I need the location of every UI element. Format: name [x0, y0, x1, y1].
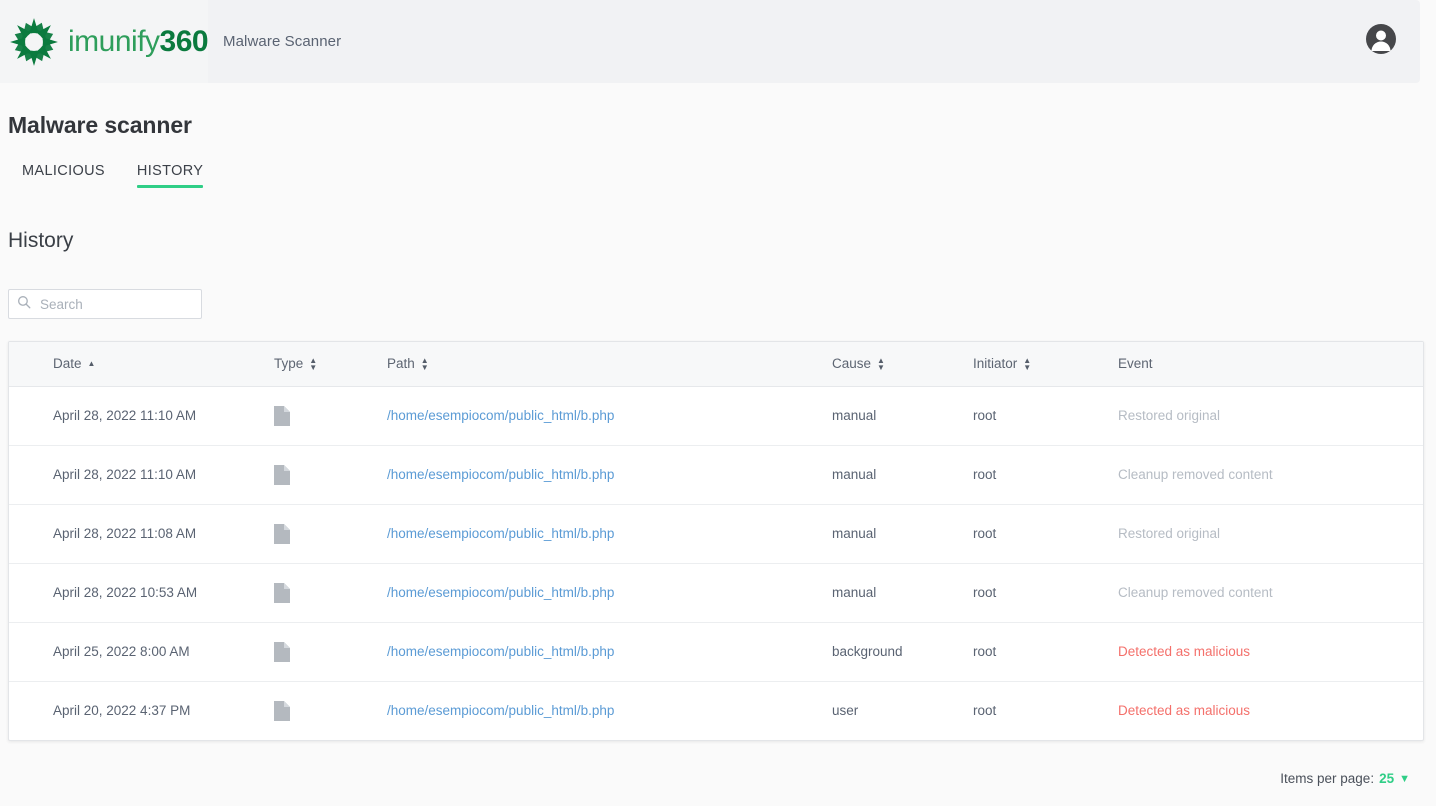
imunify-star-logo-icon — [8, 16, 60, 68]
table-row[interactable]: April 20, 2022 4:37 PM/home/esempiocom/p… — [9, 681, 1423, 740]
path-link[interactable]: /home/esempiocom/public_html/b.php — [387, 467, 614, 482]
column-label-type: Type — [274, 356, 304, 372]
cell-path[interactable]: /home/esempiocom/public_html/b.php — [387, 681, 832, 740]
column-label-event: Event — [1118, 356, 1153, 372]
cell-initiator: root — [973, 703, 997, 719]
path-link[interactable]: /home/esempiocom/public_html/b.php — [387, 703, 614, 718]
cell-cause: background — [832, 622, 973, 682]
cell-date: April 28, 2022 11:10 AM — [9, 445, 274, 505]
cell-path[interactable]: /home/esempiocom/public_html/b.php — [387, 445, 832, 505]
file-document-icon — [274, 523, 387, 544]
column-header-initiator[interactable]: Initiator ▲ ▼ — [973, 342, 1118, 387]
avatar[interactable] — [1366, 24, 1396, 59]
cell-initiator: root — [973, 622, 1118, 682]
cell-date: April 28, 2022 11:08 AM — [9, 504, 274, 564]
table-body: April 28, 2022 11:10 AM/home/esempiocom/… — [9, 386, 1423, 740]
cell-initiator: root — [973, 504, 1118, 564]
cell-date: April 28, 2022 10:53 AM — [9, 563, 274, 623]
cell-type — [274, 445, 387, 505]
column-label-cause: Cause — [832, 356, 872, 372]
chevron-down-icon[interactable]: ▼ — [1399, 773, 1410, 785]
section-title: History — [8, 229, 74, 252]
column-label-initiator: Initiator — [973, 356, 1018, 372]
path-link[interactable]: /home/esempiocom/public_html/b.php — [387, 644, 614, 659]
history-table: Date ▲ Type ▲ ▼ Path ▲ ▼ Cause ▲ ▼ Initi… — [9, 342, 1423, 740]
sort-both-icon[interactable]: ▲ ▼ — [877, 356, 885, 371]
cell-cause: user — [832, 703, 859, 719]
app-title: Malware Scanner — [223, 33, 342, 50]
cell-date: April 25, 2022 8:00 AM — [9, 622, 274, 682]
cell-initiator: root — [973, 563, 1118, 623]
file-document-icon — [274, 582, 387, 603]
table-row[interactable]: April 28, 2022 11:08 AM/home/esempiocom/… — [9, 504, 1423, 564]
table-row[interactable]: April 28, 2022 11:10 AM/home/esempiocom/… — [9, 445, 1423, 505]
column-header-type[interactable]: Type ▲ ▼ — [274, 342, 387, 387]
column-label-path: Path — [387, 356, 415, 372]
sort-both-icon[interactable]: ▲ ▼ — [1023, 356, 1031, 371]
path-link[interactable]: /home/esempiocom/public_html/b.php — [387, 408, 614, 423]
cell-type — [274, 563, 387, 623]
cell-event: Detected as malicious — [1118, 703, 1251, 719]
file-document-icon — [274, 641, 387, 662]
items-per-page-value[interactable]: 25 — [1379, 771, 1394, 786]
table-row[interactable]: April 25, 2022 8:00 AM/home/esempiocom/p… — [9, 622, 1423, 682]
search-box[interactable] — [8, 289, 219, 319]
cell-cause: manual — [832, 445, 973, 505]
table-row[interactable]: April 28, 2022 10:53 AM/home/esempiocom/… — [9, 563, 1423, 623]
cell-type — [274, 681, 387, 740]
search-icon — [17, 295, 31, 314]
sort-asc-icon[interactable]: ▲ — [88, 359, 96, 368]
column-header-date[interactable]: Date ▲ — [9, 342, 274, 387]
cell-initiator: root — [973, 445, 1118, 505]
column-header-path[interactable]: Path ▲ ▼ — [387, 342, 832, 387]
file-document-icon — [274, 464, 387, 485]
column-label-date: Date — [53, 356, 82, 372]
app-header: imunify360 Malware Scanner — [0, 0, 1420, 83]
table-head: Date ▲ Type ▲ ▼ Path ▲ ▼ Cause ▲ ▼ Initi… — [9, 342, 1423, 387]
user-avatar-icon — [1366, 24, 1396, 59]
file-document-icon — [274, 405, 387, 426]
path-link[interactable]: /home/esempiocom/public_html/b.php — [387, 585, 614, 600]
cell-type — [274, 386, 387, 446]
cell-initiator: root — [973, 386, 1118, 446]
sort-both-icon[interactable]: ▲ ▼ — [421, 356, 429, 371]
cell-type — [274, 622, 387, 682]
cell-cause: manual — [832, 563, 973, 623]
brand-wordmark: imunify360 — [68, 24, 209, 58]
cell-path[interactable]: /home/esempiocom/public_html/b.php — [387, 386, 832, 446]
cell-date: April 28, 2022 11:10 AM — [9, 386, 274, 446]
column-header-cause[interactable]: Cause ▲ ▼ — [832, 342, 973, 387]
cell-cause: manual — [832, 504, 973, 564]
page-title: Malware scanner — [8, 112, 192, 138]
pagination-footer: Items per page: 25 ▼ — [1280, 771, 1410, 786]
tab-bar: MALICIOUS HISTORY — [6, 163, 219, 188]
file-document-icon — [274, 700, 387, 721]
column-header-event: Event — [1118, 342, 1423, 387]
cell-event: Cleanup removed content — [1118, 563, 1423, 623]
cell-event: Cleanup removed content — [1118, 445, 1423, 505]
path-link[interactable]: /home/esempiocom/public_html/b.php — [387, 526, 614, 541]
cell-path[interactable]: /home/esempiocom/public_html/b.php — [387, 563, 832, 623]
sort-both-icon[interactable]: ▲ ▼ — [309, 356, 317, 371]
cell-type — [274, 504, 387, 564]
cell-event: Detected as malicious — [1118, 622, 1423, 682]
brand-wordmark-name: imunify — [68, 24, 160, 58]
search-input[interactable] — [38, 295, 219, 313]
tab-history[interactable]: HISTORY — [121, 163, 219, 188]
brand-logo[interactable]: imunify360 — [0, 0, 209, 83]
table-header-row: Date ▲ Type ▲ ▼ Path ▲ ▼ Cause ▲ ▼ Initi… — [9, 342, 1423, 387]
brand-wordmark-suffix: 360 — [159, 24, 209, 58]
cell-event: Restored original — [1118, 504, 1423, 564]
cell-path[interactable]: /home/esempiocom/public_html/b.php — [387, 504, 832, 564]
tab-malicious[interactable]: MALICIOUS — [6, 163, 121, 188]
cell-path[interactable]: /home/esempiocom/public_html/b.php — [387, 622, 832, 682]
cell-cause: manual — [832, 386, 973, 446]
items-per-page-label: Items per page: — [1280, 771, 1375, 786]
history-table-card: Date ▲ Type ▲ ▼ Path ▲ ▼ Cause ▲ ▼ Initi… — [8, 341, 1424, 741]
cell-date: April 20, 2022 4:37 PM — [53, 703, 191, 719]
table-row[interactable]: April 28, 2022 11:10 AM/home/esempiocom/… — [9, 386, 1423, 446]
cell-event: Restored original — [1118, 386, 1423, 446]
